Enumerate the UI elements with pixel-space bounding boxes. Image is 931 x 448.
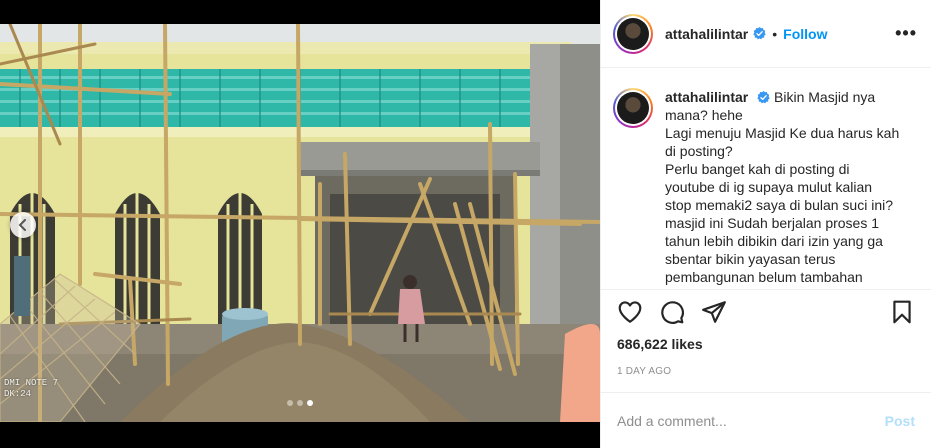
caption-username[interactable]: attahalilintar <box>665 89 748 105</box>
caption-line: pembangunan belum tambahan <box>665 269 863 285</box>
post-comment-button[interactable]: Post <box>885 413 915 429</box>
avatar-image <box>617 92 649 124</box>
separator-dot: • <box>772 25 778 42</box>
caption-line: di posting? <box>665 143 733 159</box>
caption-line: youtube di ig supaya mulut kalian <box>665 179 873 195</box>
paper-plane-icon[interactable] <box>701 299 727 325</box>
follow-button[interactable]: Follow <box>783 26 827 42</box>
likes-count[interactable]: 686,622 likes <box>601 336 931 352</box>
carousel-dot-active <box>307 400 313 406</box>
caption-line: tahun lebih dibikin dari izin yang ga <box>665 233 883 249</box>
carousel-dot <box>297 400 303 406</box>
caption-avatar[interactable] <box>613 88 653 128</box>
caption-section: attahalilintar Bikin Masjid nya mana? he… <box>601 68 931 290</box>
post-timestamp[interactable]: 1 DAY AGO <box>601 366 931 377</box>
avatar-ring <box>615 15 651 52</box>
post-photo[interactable] <box>0 24 600 422</box>
watermark-line-2: DK:24 <box>4 389 32 399</box>
bookmark-icon[interactable] <box>889 299 915 325</box>
post-media: DMI NOTE 7 DK:24 <box>0 0 600 448</box>
more-options-button[interactable]: ••• <box>895 23 917 44</box>
comment-bar: Post <box>601 392 931 448</box>
caption-text: attahalilintar Bikin Masjid nya mana? he… <box>665 88 915 289</box>
header-username[interactable]: attahalilintar <box>665 26 748 42</box>
caption-line: Lagi menuju Masjid Ke dua harus kah <box>665 125 900 141</box>
camera-watermark: DMI NOTE 7 DK:24 <box>4 378 58 400</box>
avatar-image <box>617 17 649 50</box>
comment-icon[interactable] <box>659 299 685 325</box>
comment-input[interactable] <box>617 412 885 429</box>
caption-line: stop memaki2 saya di bulan suci ini? <box>665 197 894 213</box>
caption-line: Bikin Masjid nya <box>774 89 876 105</box>
heart-icon[interactable] <box>617 299 643 325</box>
carousel-indicator <box>0 400 600 406</box>
avatar-ring <box>615 90 651 126</box>
caption-line: mana? hehe <box>665 107 743 123</box>
caption-line: Perlu banget kah di posting di <box>665 161 850 177</box>
avatar[interactable] <box>613 13 653 54</box>
chevron-left-icon <box>18 219 26 231</box>
carousel-prev-button[interactable] <box>10 212 36 238</box>
post-sidebar: attahalilintar • Follow ••• attahalilint… <box>600 0 931 448</box>
post-header: attahalilintar • Follow ••• <box>601 0 931 68</box>
verified-badge-icon <box>757 91 770 104</box>
verified-badge-icon <box>753 27 766 40</box>
watermark-line-1: DMI NOTE 7 <box>4 378 59 388</box>
carousel-dot <box>287 400 293 406</box>
caption-line: masjid ini Sudah berjalan proses 1 <box>665 215 880 231</box>
caption-line: sbentar bikin yayasan terus <box>665 251 836 267</box>
action-bar <box>601 290 931 334</box>
